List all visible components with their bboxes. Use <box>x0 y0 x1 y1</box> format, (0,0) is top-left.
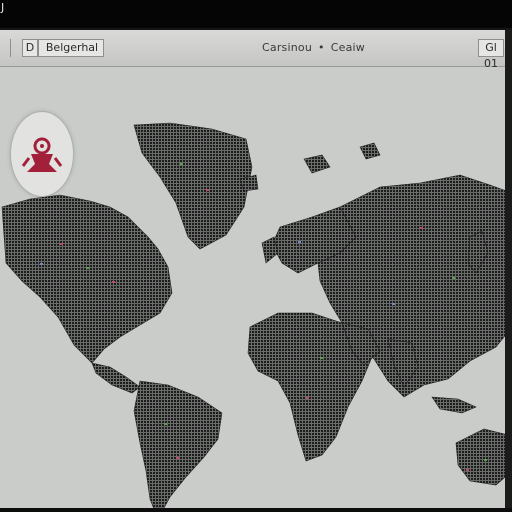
north-america <box>1 194 173 364</box>
logo-badge[interactable] <box>10 111 74 197</box>
australia <box>455 428 512 486</box>
title-button[interactable]: Belgerhal <box>38 39 104 57</box>
toolbar-center-right-text[interactable]: Ceaiw <box>331 41 365 54</box>
central-america <box>91 362 141 394</box>
svalbard <box>359 142 381 160</box>
south-america <box>133 380 223 508</box>
app-window: D Belgerhal Carsinou • Ceaiw Gl 01 <box>0 30 512 508</box>
toolbar-center-left-text[interactable]: Carsinou <box>262 41 312 54</box>
emblem-icon <box>21 137 63 172</box>
top-bar: J <box>0 0 512 28</box>
toolbar-center-label: Carsinou • Ceaiw <box>262 41 365 54</box>
right-toolbar-button[interactable]: Gl 01 <box>478 39 504 70</box>
toolbar-separator: • <box>318 41 325 54</box>
toolbar-left-edge <box>0 39 11 57</box>
letter-button[interactable]: D <box>22 39 38 57</box>
bottom-edge-strip <box>0 508 512 512</box>
world-map <box>1 122 512 508</box>
world-map-area[interactable]: Ca <box>0 67 512 508</box>
greenland <box>133 122 253 250</box>
corner-glyph: J <box>1 1 5 14</box>
indonesia <box>431 396 477 414</box>
arctic-islands <box>303 154 331 174</box>
right-edge-strip <box>505 30 512 508</box>
toolbar: D Belgerhal Carsinou • Ceaiw Gl 01 <box>0 30 512 70</box>
